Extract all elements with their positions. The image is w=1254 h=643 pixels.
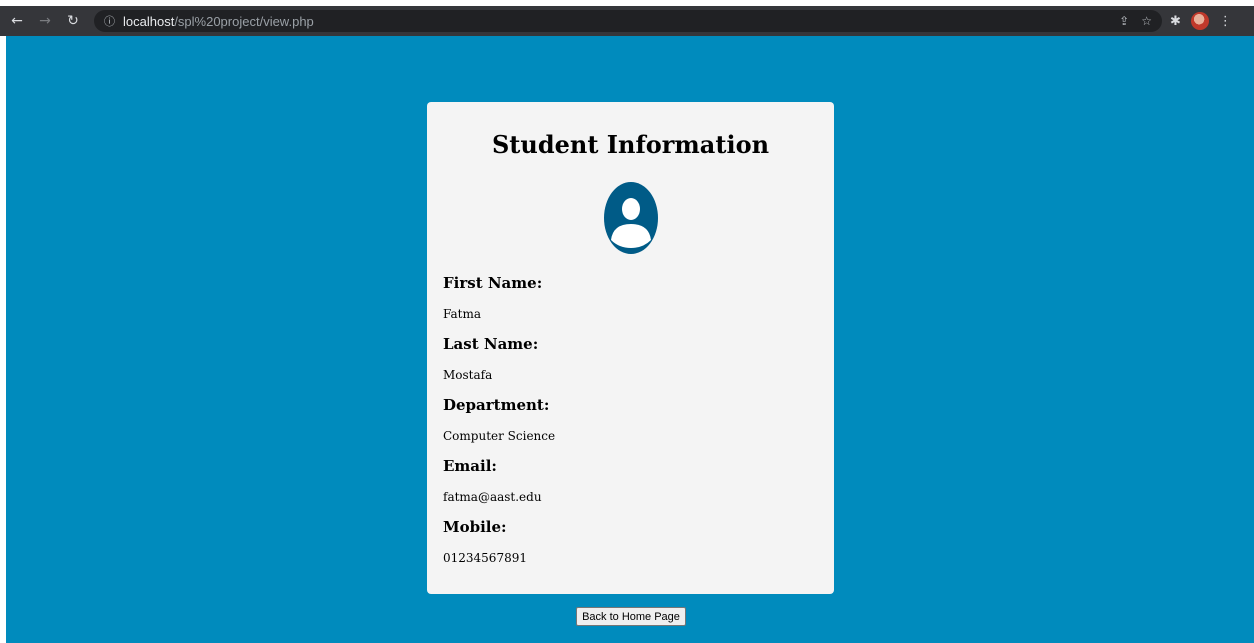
url-path: /spl%20project/view.php — [174, 13, 314, 29]
back-to-home-button[interactable]: Back to Home Page — [576, 607, 686, 626]
department-value: Computer Science — [443, 429, 556, 443]
back-arrow-icon[interactable]: ← — [6, 10, 28, 32]
browser-toolbar: ← → ↻ ⓘ localhost/spl%20project/view.php… — [0, 6, 1254, 36]
page-background: Student Information First Name: Fatma La… — [6, 36, 1254, 643]
department-label: Department: — [443, 396, 550, 414]
user-avatar-icon — [603, 182, 658, 254]
extensions-icon[interactable]: ✱ — [1170, 14, 1181, 29]
email-value: fatma@aast.edu — [443, 490, 542, 504]
last-name-value: Mostafa — [443, 368, 493, 382]
email-label: Email: — [443, 457, 497, 475]
mobile-label: Mobile: — [443, 518, 507, 536]
url-host: localhost — [123, 13, 175, 29]
last-name-label: Last Name: — [443, 335, 539, 353]
forward-arrow-icon[interactable]: → — [34, 10, 56, 32]
reload-icon[interactable]: ↻ — [62, 10, 84, 32]
mobile-value: 01234567891 — [443, 551, 527, 565]
student-info-card: Student Information First Name: Fatma La… — [427, 102, 834, 594]
page-title: Student Information — [491, 130, 770, 159]
student-avatar — [591, 178, 671, 258]
star-icon[interactable]: ☆ — [1141, 14, 1152, 28]
menu-icon[interactable]: ⋮ — [1219, 14, 1232, 29]
first-name-label: First Name: — [443, 274, 543, 292]
share-icon[interactable]: ⇪ — [1119, 14, 1129, 28]
first-name-value: Fatma — [443, 307, 482, 321]
address-bar[interactable]: ⓘ localhost/spl%20project/view.php ⇪ ☆ — [94, 10, 1162, 32]
info-icon[interactable]: ⓘ — [104, 13, 115, 29]
profile-avatar[interactable] — [1190, 12, 1209, 30]
